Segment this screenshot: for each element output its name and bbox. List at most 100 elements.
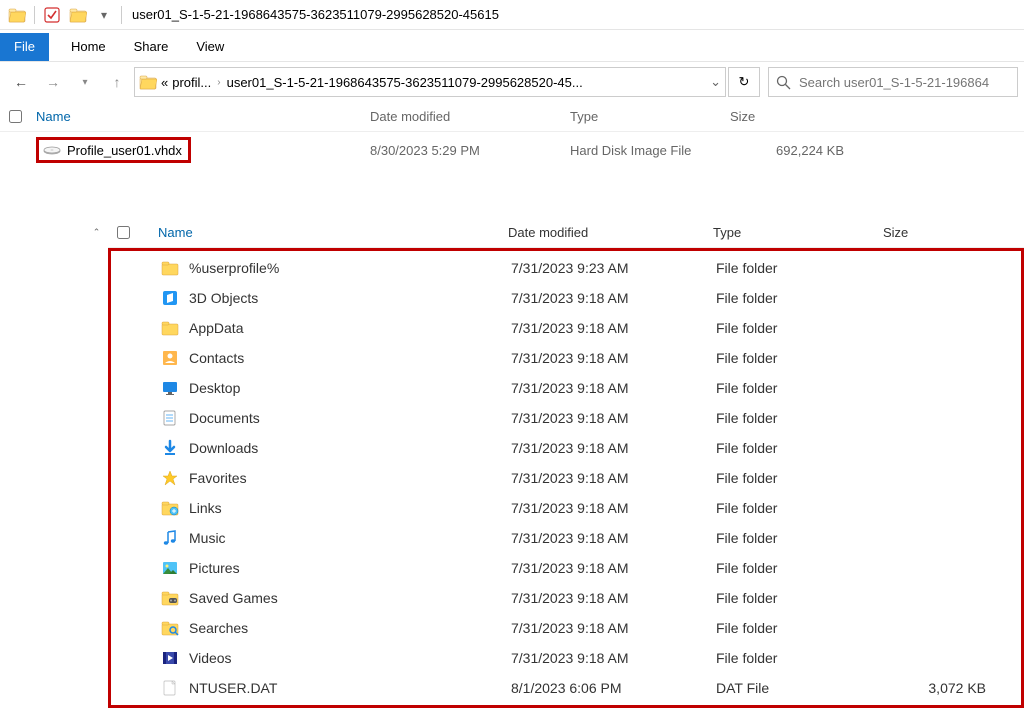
file-name: Documents (189, 410, 260, 426)
file-date: 8/30/2023 5:29 PM (370, 143, 570, 158)
tab-home[interactable]: Home (57, 33, 120, 61)
folder-icon (161, 319, 179, 337)
file-row[interactable]: Favorites7/31/2023 9:18 AMFile folder (111, 463, 1021, 493)
breadcrumb-seg1[interactable]: profil... (172, 75, 211, 90)
file-date: 7/31/2023 9:18 AM (511, 620, 716, 636)
documents-icon (161, 409, 179, 427)
file-date: 7/31/2023 9:18 AM (511, 350, 716, 366)
address-expand-icon[interactable]: ⌄ (710, 74, 721, 90)
title-bar: ▾ user01_S-1-5-21-1968643575-3623511079-… (0, 0, 1024, 30)
col-type-header[interactable]: Type (713, 225, 883, 240)
address-bar[interactable]: « profil... › user01_S-1-5-21-1968643575… (134, 67, 726, 97)
col-size-header[interactable]: Size (730, 109, 860, 124)
folder-icon (139, 73, 157, 91)
recent-dropdown[interactable]: ▾ (70, 67, 100, 97)
file-name: Music (189, 530, 226, 546)
separator (121, 6, 122, 24)
file-date: 7/31/2023 9:18 AM (511, 500, 716, 516)
savedgames-icon (161, 589, 179, 607)
file-row[interactable]: Documents7/31/2023 9:18 AMFile folder (111, 403, 1021, 433)
forward-button[interactable]: → (38, 67, 68, 97)
file-name: AppData (189, 320, 243, 336)
top-file-list: Name⌃ Date modified Type Size Profile_us… (0, 102, 1024, 168)
col-name-header[interactable]: Name⌃ (30, 109, 370, 124)
file-row[interactable]: Music7/31/2023 9:18 AMFile folder (111, 523, 1021, 553)
file-row[interactable]: 3D Objects7/31/2023 9:18 AMFile folder (111, 283, 1021, 313)
music-icon (161, 529, 179, 547)
refresh-button[interactable]: ↻ (728, 67, 760, 97)
tab-file[interactable]: File (0, 33, 49, 61)
file-date: 7/31/2023 9:18 AM (511, 470, 716, 486)
file-name: Profile_user01.vhdx (67, 143, 182, 158)
file-type: File folder (716, 500, 886, 516)
file-row[interactable]: Contacts 7/31/2023 9:18 AMFile folder (111, 343, 1021, 373)
search-box[interactable] (768, 67, 1018, 97)
file-date: 7/31/2023 9:23 AM (511, 260, 716, 276)
file-date: 7/31/2023 9:18 AM (511, 290, 716, 306)
file-type: File folder (716, 440, 886, 456)
videos-icon (161, 649, 179, 667)
threed-icon (161, 289, 179, 307)
column-header-row: Name⌃ Date modified Type Size (0, 102, 1024, 132)
file-type: File folder (716, 320, 886, 336)
favorites-icon (161, 469, 179, 487)
file-type: Hard Disk Image File (570, 143, 730, 158)
file-row[interactable]: Videos7/31/2023 9:18 AMFile folder (111, 643, 1021, 673)
tab-view[interactable]: View (182, 33, 238, 61)
file-row[interactable]: Links 7/31/2023 9:18 AMFile folder (111, 493, 1021, 523)
col-name-header[interactable]: Name⌃ (138, 225, 508, 240)
file-name: Links (189, 500, 222, 516)
file-row[interactable]: AppData7/31/2023 9:18 AMFile folder (111, 313, 1021, 343)
col-date-header[interactable]: Date modified (508, 225, 713, 240)
window-title: user01_S-1-5-21-1968643575-3623511079-29… (132, 7, 499, 22)
breadcrumb-seg2[interactable]: user01_S-1-5-21-1968643575-3623511079-29… (227, 75, 583, 90)
file-row[interactable]: Searches7/31/2023 9:18 AMFile folder (111, 613, 1021, 643)
file-date: 7/31/2023 9:18 AM (511, 590, 716, 606)
col-date-header[interactable]: Date modified (370, 109, 570, 124)
file-date: 7/31/2023 9:18 AM (511, 440, 716, 456)
pictures-icon (161, 559, 179, 577)
file-icon (161, 679, 179, 697)
file-type: File folder (716, 380, 886, 396)
file-row[interactable]: Pictures 7/31/2023 9:18 AMFile folder (111, 553, 1021, 583)
file-name: Saved Games (189, 590, 278, 606)
back-button[interactable]: ← (6, 67, 36, 97)
file-date: 7/31/2023 9:18 AM (511, 410, 716, 426)
file-name: NTUSER.DAT (189, 680, 277, 696)
search-input[interactable] (797, 74, 1011, 91)
up-button[interactable]: ↑ (102, 67, 132, 97)
file-row[interactable]: Downloads 7/31/2023 9:18 AMFile folder (111, 433, 1021, 463)
file-type: File folder (716, 470, 886, 486)
folder-icon (161, 259, 179, 277)
file-row[interactable]: NTUSER.DAT8/1/2023 6:06 PMDAT File3,072 … (111, 673, 1021, 703)
file-type: File folder (716, 530, 886, 546)
sort-indicator-icon: ⌃ (93, 227, 101, 238)
file-row[interactable]: Saved Games7/31/2023 9:18 AMFile folder (111, 583, 1021, 613)
file-date: 7/31/2023 9:18 AM (511, 560, 716, 576)
tab-share[interactable]: Share (120, 33, 183, 61)
file-name: Contacts (189, 350, 244, 366)
file-row[interactable]: Desktop7/31/2023 9:18 AMFile folder (111, 373, 1021, 403)
file-size: 692,224 KB (730, 143, 860, 158)
file-name: 3D Objects (189, 290, 258, 306)
search-icon (775, 74, 791, 90)
qat-dropdown-icon[interactable]: ▾ (93, 4, 115, 26)
separator (34, 6, 35, 24)
file-type: File folder (716, 350, 886, 366)
quick-access-pin-icon[interactable] (41, 4, 63, 26)
file-row[interactable]: Profile_user01.vhdx 8/30/2023 5:29 PM Ha… (0, 132, 1024, 168)
file-type: File folder (716, 560, 886, 576)
searches-icon (161, 619, 179, 637)
file-type: File folder (716, 620, 886, 636)
file-row[interactable]: %userprofile%7/31/2023 9:23 AMFile folde… (111, 253, 1021, 283)
col-type-header[interactable]: Type (570, 109, 730, 124)
select-all-checkbox[interactable] (9, 110, 22, 123)
highlighted-file: Profile_user01.vhdx (36, 137, 191, 163)
chevron-right-icon[interactable]: › (215, 77, 222, 88)
select-all-checkbox[interactable] (117, 226, 130, 239)
file-name: Pictures (189, 560, 240, 576)
file-type: File folder (716, 260, 886, 276)
inner-file-list: Name⌃ Date modified Type Size %userprofi… (108, 218, 1024, 708)
col-size-header[interactable]: Size (883, 225, 993, 240)
file-name: Downloads (189, 440, 258, 456)
